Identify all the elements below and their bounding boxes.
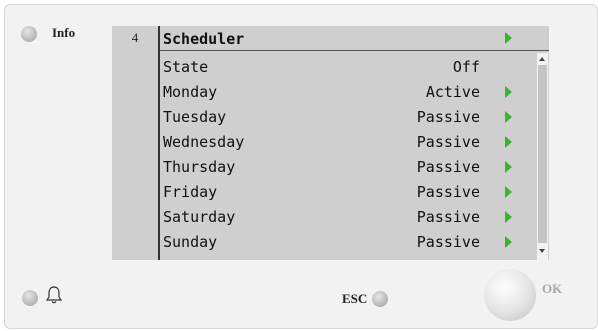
title-underline [160,50,549,51]
menu-row-friday[interactable]: Friday Passive [160,180,532,205]
row-name: Sunday [163,233,218,251]
bell-icon[interactable] [45,285,63,305]
alarm-led-button[interactable] [22,290,38,306]
row-value: Passive [416,233,480,251]
menu-row-wednesday[interactable]: Wednesday Passive [160,130,532,155]
arrow-right-icon[interactable] [505,111,512,123]
row-name: Wednesday [163,133,245,151]
arrow-right-icon[interactable] [505,236,512,248]
menu-row-monday[interactable]: Monday Active [160,80,532,105]
row-value: Passive [416,133,480,151]
menu-title: Scheduler [163,30,245,48]
row-value: Passive [416,208,480,226]
ok-label: OK [542,281,563,296]
scrollbar[interactable] [537,53,548,260]
menu-row-state[interactable]: State Off [160,55,532,80]
scroll-down-icon[interactable] [539,249,545,253]
arrow-right-icon[interactable] [505,86,512,98]
menu-row-sunday[interactable]: Sunday Passive [160,230,532,255]
esc-button[interactable] [372,291,388,307]
row-name: Friday [163,183,218,201]
scroll-thumb[interactable] [538,65,547,243]
info-label: Info [52,25,76,40]
arrow-right-icon[interactable] [505,211,512,223]
esc-label: ESC [342,291,368,306]
scroll-up-icon[interactable] [539,57,545,61]
arrow-right-icon[interactable] [505,186,512,198]
row-name: Monday [163,83,218,101]
row-value: Passive [416,158,480,176]
row-value: Active [425,83,480,101]
menu-row-saturday[interactable]: Saturday Passive [160,205,532,230]
page-number: 4 [131,30,139,45]
display-screen: 4 Scheduler State Off Monday Active Tues… [112,26,549,260]
row-value: Passive [416,108,480,126]
row-name: Tuesday [163,108,227,126]
row-value: Passive [416,183,480,201]
row-value: Off [452,58,480,76]
menu-row-tuesday[interactable]: Tuesday Passive [160,105,532,130]
ok-knob[interactable] [484,269,536,321]
arrow-right-icon[interactable] [505,136,512,148]
row-name: Saturday [163,208,236,226]
arrow-right-icon[interactable] [505,161,512,173]
row-name: Thursday [163,158,236,176]
row-name: State [163,58,209,76]
info-led-button[interactable] [21,26,37,42]
title-arrow-icon[interactable] [505,32,512,44]
menu-row-thursday[interactable]: Thursday Passive [160,155,532,180]
